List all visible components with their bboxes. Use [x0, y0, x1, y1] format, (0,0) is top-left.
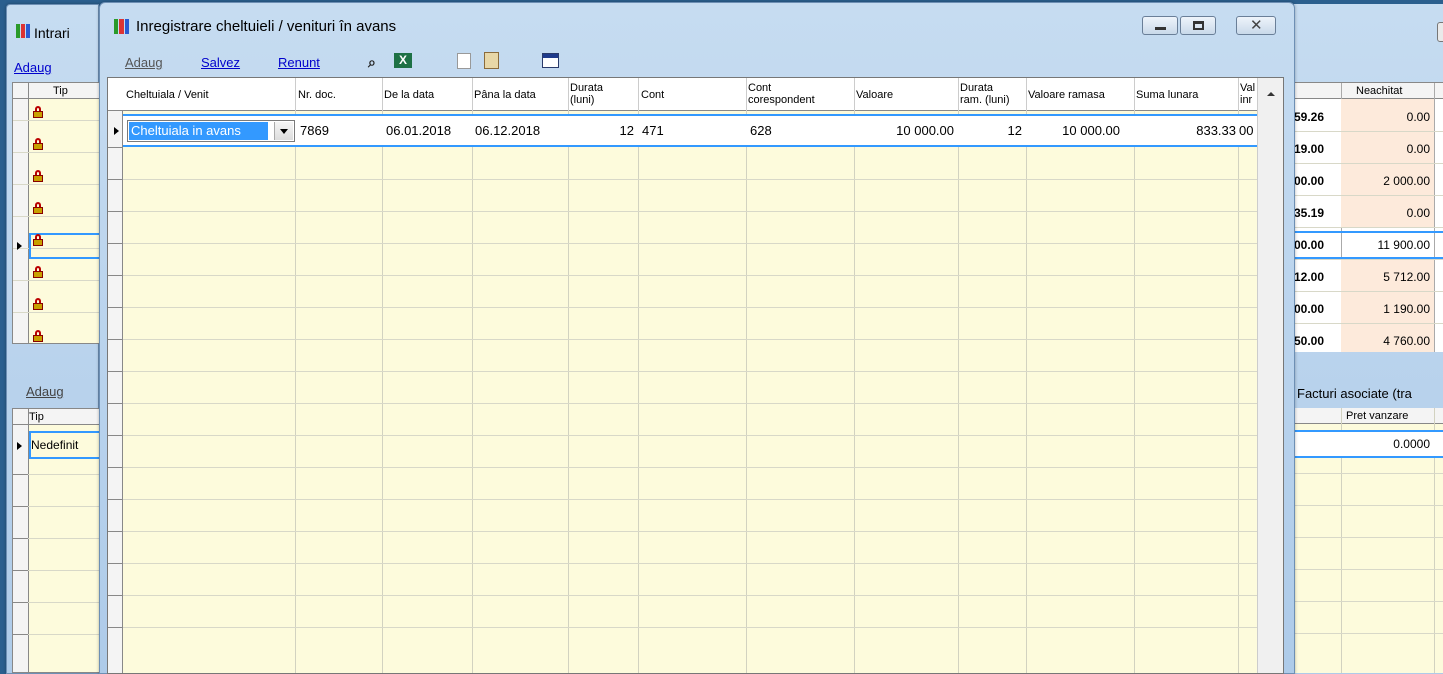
header-cont-corespondent-2: corespondent: [748, 94, 815, 106]
save-button[interactable]: Salvez: [201, 55, 240, 70]
paste-icon[interactable]: [484, 52, 499, 69]
pana-la-data-cell[interactable]: 06.12.2018: [475, 123, 540, 138]
durata-cell[interactable]: 12: [568, 123, 634, 138]
row-pointer-icon: [17, 242, 22, 250]
minimize-button[interactable]: [1142, 16, 1178, 35]
add-button[interactable]: Adaug: [125, 55, 163, 70]
neachitat-value: 0.00: [1406, 206, 1430, 220]
neachitat-value: 11 900.00: [1377, 238, 1431, 252]
cancel-button[interactable]: Renunt: [278, 55, 320, 70]
copy-icon[interactable]: [457, 53, 471, 69]
header-durata[interactable]: Durata: [570, 83, 603, 94]
app-chart-icon: [16, 24, 30, 38]
dialog-title: Inregistrare cheltuieli / venituri în av…: [136, 18, 397, 35]
neachitat-value: 4 760.00: [1383, 334, 1430, 348]
bg-upper-grid: Tip: [12, 82, 100, 344]
header-val-inr-2: inr: [1240, 94, 1253, 106]
cheltuiala-combobox[interactable]: Cheltuiala in avans: [127, 120, 295, 142]
bg-lower-grid: Tip Nedefinit: [12, 408, 100, 673]
lock-icon: [33, 106, 43, 118]
header-valoare-ramasa[interactable]: Valoare ramasa: [1028, 90, 1105, 101]
lock-icon: [33, 266, 43, 278]
binoculars-icon[interactable]: ⌕: [368, 54, 376, 71]
bg-lower-col-tip: Tip: [29, 411, 44, 423]
table-settings-icon[interactable]: [542, 53, 559, 68]
maximize-icon: [1193, 21, 1204, 30]
pret-vanzare-value: 0.0000: [1393, 437, 1430, 451]
neachitat-value: 0.00: [1406, 110, 1430, 124]
valoare-ramasa-cell[interactable]: 10 000.00: [1026, 123, 1120, 138]
partial-value: 00.00: [1294, 174, 1325, 188]
header-nr-doc[interactable]: Nr. doc.: [298, 90, 336, 101]
lock-icon: [33, 138, 43, 150]
neachitat-value: 5 712.00: [1383, 270, 1430, 284]
bg-window-titlebar: Intrari: [14, 22, 100, 42]
neachitat-header: Neachitat: [1356, 85, 1403, 97]
close-button[interactable]: ✕: [1236, 16, 1276, 35]
lock-icon: [33, 234, 43, 246]
dropdown-button[interactable]: [274, 122, 293, 140]
bg-col-tip: Tip: [53, 85, 68, 97]
row-pointer-icon: [114, 127, 119, 135]
header-val-inr[interactable]: Val: [1240, 83, 1255, 94]
val-inr-cell[interactable]: 00: [1239, 123, 1255, 138]
partial-value: 12.00: [1294, 270, 1325, 284]
durata-ram-cell[interactable]: 12: [958, 123, 1022, 138]
excel-export-icon[interactable]: X: [394, 53, 412, 68]
neachitat-value: 2 000.00: [1383, 174, 1430, 188]
maximize-button[interactable]: [1180, 16, 1216, 35]
header-pana-la-data[interactable]: Pâna la data: [474, 90, 536, 101]
header-cont[interactable]: Cont: [641, 90, 664, 101]
header-cont-corespondent[interactable]: Cont: [748, 83, 771, 94]
bg-lower-add-link[interactable]: Adaug: [26, 384, 64, 399]
header-durata-ram[interactable]: Durata: [960, 83, 993, 94]
partial-value: 00.00: [1294, 302, 1325, 316]
close-icon: ✕: [1250, 17, 1263, 34]
partial-value: 00.00: [1294, 238, 1325, 252]
vertical-scrollbar[interactable]: [1257, 78, 1283, 673]
bg-add-link[interactable]: Adaug: [14, 60, 52, 75]
bg-right-lower-grid: Pret vanzare 0.0000: [1294, 408, 1443, 673]
chevron-down-icon: [280, 129, 288, 134]
lock-icon: [33, 170, 43, 182]
scroll-up-icon[interactable]: [1267, 92, 1275, 96]
dialog-toolbar: Adaug Salvez Renunt ⌕ X: [110, 45, 1285, 75]
neachitat-value: 0.00: [1406, 142, 1430, 156]
bg-lower-tip-value: Nedefinit: [31, 438, 79, 452]
header-valoare[interactable]: Valoare: [856, 90, 893, 101]
pret-vanzare-header: Pret vanzare: [1346, 410, 1409, 422]
dialog-grid: Cheltuiala / Venit Nr. doc. De la data P…: [107, 77, 1284, 674]
de-la-data-cell[interactable]: 06.01.2018: [386, 123, 451, 138]
header-suma-lunara[interactable]: Suma lunara: [1136, 90, 1198, 101]
bg-window-corner-button[interactable]: [1437, 22, 1443, 42]
record-selector-column: [108, 111, 123, 673]
valoare-cell[interactable]: 10 000.00: [854, 123, 954, 138]
partial-value: 50.00: [1294, 334, 1325, 348]
suma-lunara-cell[interactable]: 833.33: [1134, 123, 1236, 138]
lock-icon: [33, 202, 43, 214]
header-de-la-data[interactable]: De la data: [384, 90, 434, 101]
cont-cell[interactable]: 471: [642, 123, 664, 138]
nr-doc-cell[interactable]: 7869: [300, 123, 329, 138]
header-durata-ram-2: ram. (luni): [960, 94, 1010, 106]
grid-header-row: Cheltuiala / Venit Nr. doc. De la data P…: [108, 78, 1283, 111]
cont-corespondent-cell[interactable]: 628: [750, 123, 772, 138]
facturi-asociate-label: Facturi asociate (tra: [1297, 386, 1412, 401]
lock-icon: [33, 330, 43, 342]
lock-icon: [33, 298, 43, 310]
partial-value: 19.00: [1294, 142, 1325, 156]
bg-window-title: Intrari: [34, 25, 70, 41]
row-pointer-icon: [17, 442, 22, 450]
header-durata-unit: (luni): [570, 94, 595, 106]
header-cheltuiala[interactable]: Cheltuiala / Venit: [126, 90, 209, 101]
minimize-icon: [1155, 27, 1166, 30]
neachitat-value: 1 190.00: [1383, 302, 1430, 316]
cheltuiala-value: Cheltuiala in avans: [128, 121, 269, 141]
partial-value: 35.19: [1294, 206, 1325, 220]
app-chart-icon: [114, 19, 129, 34]
bg-right-grid: Neachitat 59.26 0.00 19.00 0.00 00.00 2 …: [1294, 82, 1443, 352]
partial-value: 59.26: [1294, 110, 1325, 124]
